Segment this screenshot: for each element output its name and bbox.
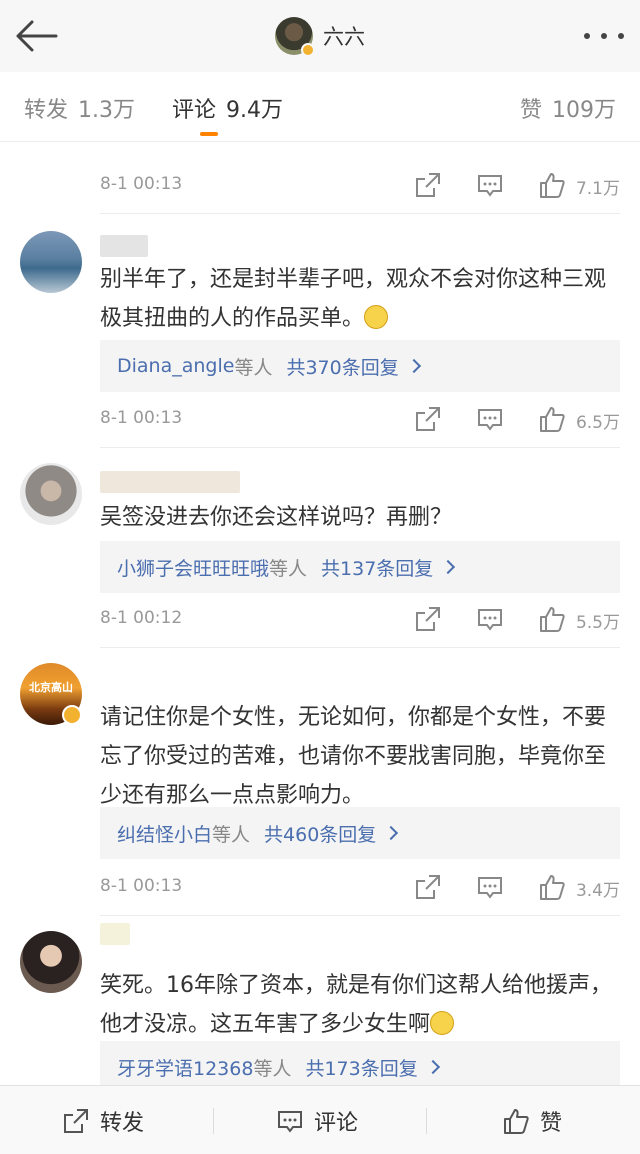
- like-count: 3.4万: [575, 881, 620, 901]
- comment-body: 吴签没进去你还会这样说吗？再删？: [100, 505, 453, 530]
- repost-label: 转发: [100, 1110, 145, 1136]
- svg-text:北京高山: 北京高山: [29, 680, 73, 694]
- reply-users: 牙牙学语12368: [117, 1057, 254, 1080]
- comment-text: 请记住你是个女性，无论如何，你都是个女性，不要忘了你受过的苦难，也请你不要戕害同…: [100, 698, 620, 815]
- reply-suffix: 等人: [253, 1057, 292, 1080]
- repost-icon[interactable]: [414, 405, 442, 433]
- user-avatar[interactable]: [20, 231, 82, 293]
- reply-suffix: 等人: [212, 823, 251, 846]
- repost-icon[interactable]: [414, 605, 442, 633]
- reply-count: 共137条回复: [321, 557, 434, 580]
- like-label: 赞: [540, 1110, 563, 1136]
- author-avatar[interactable]: [275, 17, 315, 57]
- dot-icon: [601, 33, 607, 39]
- replies-preview[interactable]: Diana_angle 等人 共370条回复: [100, 340, 620, 392]
- divider: [100, 915, 620, 916]
- reply-count: 共370条回复: [286, 356, 399, 379]
- comment-label: 评论: [314, 1110, 359, 1136]
- reply-suffix: 等人: [234, 356, 273, 379]
- tab-reposts[interactable]: 转发 1.3万: [24, 92, 135, 124]
- comment-icon[interactable]: [476, 605, 504, 633]
- comment-list: 8-1 00:13 7.1万 别半年了，还是封半辈子吧，观众不会对你这种三观极其…: [0, 143, 640, 1085]
- chevron-right-icon: [384, 825, 399, 841]
- dot-icon: [618, 33, 624, 39]
- comment-time: 8-1 00:13: [100, 174, 183, 194]
- tab-count: 109万: [552, 98, 616, 123]
- comment-icon: [278, 1110, 302, 1133]
- comment-time: 8-1 00:13: [100, 876, 183, 896]
- verified-badge-icon: [62, 705, 82, 725]
- user-avatar[interactable]: [20, 463, 82, 525]
- repost-button[interactable]: 转发: [62, 1086, 144, 1154]
- like-icon[interactable]: [538, 171, 566, 199]
- comment-meta: 8-1 00:13 3.4万: [100, 873, 620, 903]
- top-bar: 六六: [0, 0, 640, 72]
- like-icon[interactable]: [538, 405, 566, 433]
- repost-icon[interactable]: [414, 171, 442, 199]
- chevron-right-icon: [406, 358, 421, 374]
- comment-body: 笑死。16年除了资本，就是有你们这帮人给他援声，他才没凉。这五年害了多少女生啊: [100, 973, 612, 1037]
- like-icon: [504, 1108, 529, 1134]
- username-redacted[interactable]: [100, 471, 240, 493]
- chevron-right-icon: [441, 559, 456, 575]
- tab-count: 1.3万: [78, 98, 136, 123]
- divider: [100, 213, 620, 214]
- smile-emoji-icon: [430, 1011, 455, 1035]
- page-title: 六六: [323, 25, 365, 49]
- thinking-emoji-icon: [364, 305, 389, 329]
- tab-label: 赞: [519, 98, 542, 123]
- divider: [100, 447, 620, 448]
- comment-body: 别半年了，还是封半辈子吧，观众不会对你这种三观极其扭曲的人的作品买单。: [100, 267, 607, 331]
- comment-icon[interactable]: [476, 171, 504, 199]
- comment-meta: 8-1 00:13 7.1万: [100, 171, 620, 201]
- comment-icon[interactable]: [476, 405, 504, 433]
- tab-label: 评论: [172, 98, 217, 123]
- comment-icon[interactable]: [476, 873, 504, 901]
- like-count: 7.1万: [575, 179, 620, 199]
- reply-count: 共460条回复: [264, 823, 377, 846]
- comment-time: 8-1 00:12: [100, 608, 183, 628]
- like-count: 6.5万: [575, 413, 620, 433]
- chevron-right-icon: [425, 1059, 440, 1075]
- reply-users: 纠结怪小白: [117, 823, 213, 846]
- divider: [100, 647, 620, 648]
- user-avatar[interactable]: [20, 931, 82, 993]
- verified-badge-icon: [301, 43, 315, 57]
- repost-icon: [64, 1108, 88, 1133]
- like-count: 5.5万: [575, 613, 620, 633]
- tab-comments[interactable]: 评论 9.4万: [172, 92, 283, 124]
- divider: [213, 1108, 214, 1134]
- tab-bar: 转发 1.3万 评论 9.4万 赞 109万: [0, 72, 640, 142]
- reply-suffix: 等人: [269, 557, 308, 580]
- reply-count: 共173条回复: [305, 1057, 418, 1080]
- tab-count: 9.4万: [226, 98, 284, 123]
- comment-text: 别半年了，还是封半辈子吧，观众不会对你这种三观极其扭曲的人的作品买单。: [100, 260, 620, 338]
- comment-button[interactable]: 评论: [276, 1086, 358, 1154]
- comment-time: 8-1 00:13: [100, 408, 183, 428]
- comment-meta: 8-1 00:13 6.5万: [100, 405, 620, 435]
- comment-body: 请记住你是个女性，无论如何，你都是个女性，不要忘了你受过的苦难，也请你不要戕害同…: [100, 705, 607, 808]
- tab-likes[interactable]: 赞 109万: [520, 92, 616, 124]
- dot-icon: [584, 33, 590, 39]
- username-redacted[interactable]: [100, 923, 130, 945]
- repost-icon[interactable]: [414, 873, 442, 901]
- user-avatar[interactable]: 北京高山: [20, 663, 82, 725]
- comment-text: 吴签没进去你还会这样说吗？再删？: [100, 498, 620, 537]
- replies-preview[interactable]: 小狮子会旺旺旺哦 等人 共137条回复: [100, 541, 620, 593]
- comment-meta: 8-1 00:12 5.5万: [100, 605, 620, 635]
- comment-text: 笑死。16年除了资本，就是有你们这帮人给他援声，他才没凉。这五年害了多少女生啊: [100, 966, 620, 1044]
- like-button[interactable]: 赞: [502, 1086, 562, 1154]
- divider: [426, 1108, 427, 1134]
- bottom-action-bar: 转发 评论 赞: [0, 1085, 640, 1154]
- replies-preview[interactable]: 牙牙学语12368 等人 共173条回复: [100, 1041, 620, 1085]
- like-icon[interactable]: [538, 873, 566, 901]
- reply-users: Diana_angle: [117, 355, 235, 377]
- more-options-button[interactable]: [584, 22, 624, 50]
- active-tab-indicator: [200, 132, 218, 136]
- tab-label: 转发: [24, 98, 69, 123]
- username-redacted[interactable]: [100, 235, 148, 257]
- replies-preview[interactable]: 纠结怪小白 等人 共460条回复: [100, 807, 620, 859]
- reply-users: 小狮子会旺旺旺哦: [117, 557, 270, 580]
- like-icon[interactable]: [538, 605, 566, 633]
